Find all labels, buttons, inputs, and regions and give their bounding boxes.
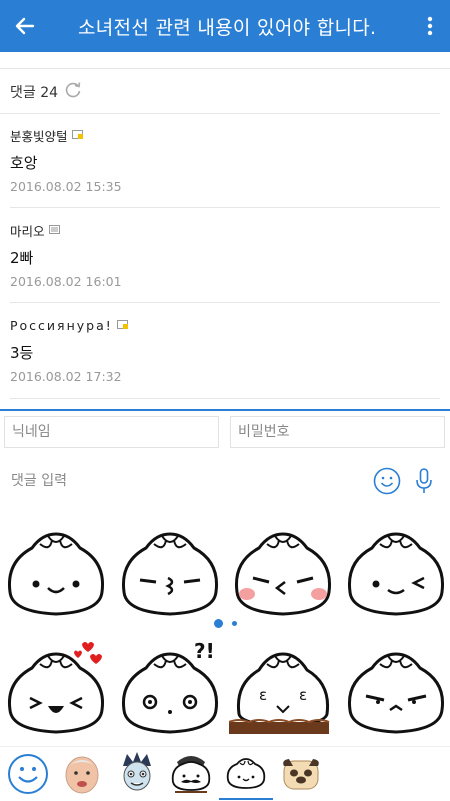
sticker-dumpling-wink[interactable] bbox=[342, 522, 450, 626]
back-arrow-icon bbox=[15, 17, 35, 35]
more-vert-icon bbox=[427, 16, 433, 36]
comment-author: Россиянура! bbox=[10, 317, 113, 333]
comment-time: 2016.08.02 15:35 bbox=[10, 179, 122, 194]
password-input[interactable] bbox=[230, 416, 445, 448]
dumpling-grumpy-icon bbox=[347, 652, 445, 734]
member-badge-icon bbox=[48, 225, 60, 234]
smiley-icon bbox=[373, 467, 401, 495]
comment-author: 분홍빛양털 bbox=[10, 128, 68, 144]
sticker-dumpling-grumpy[interactable] bbox=[342, 636, 450, 740]
comment-item: 분홍빛양털 호앙 2016.08.02 15:35 bbox=[10, 126, 440, 195]
member-badge-icon bbox=[116, 320, 128, 329]
svg-text:ε: ε bbox=[259, 686, 267, 704]
emoji-button[interactable] bbox=[370, 464, 404, 498]
sticker-dumpling-surprised[interactable]: ?! bbox=[116, 636, 224, 740]
dumpling-blush-kiss-icon bbox=[234, 532, 332, 616]
dumpling-smile-icon bbox=[7, 532, 105, 616]
comment-author: 마리오 bbox=[10, 223, 45, 239]
microphone-icon bbox=[416, 468, 432, 493]
comment-item: 마리오 2빠 2016.08.02 16:01 bbox=[10, 221, 440, 290]
dumpling-surprised-icon: ?! bbox=[121, 639, 219, 734]
comment-count-row: 댓글 24 bbox=[10, 76, 82, 108]
comment-text: 2빠 bbox=[10, 249, 34, 267]
sticker-dumpling-kiss[interactable] bbox=[116, 522, 224, 626]
page-title: 소녀전선 관련 내용이 있어야 합니다. bbox=[78, 16, 377, 39]
sticker-tab-bar bbox=[0, 746, 450, 801]
sticker-tab-dumpling[interactable] bbox=[219, 750, 273, 800]
comment-time: 2016.08.02 16:01 bbox=[10, 274, 122, 289]
refresh-button[interactable] bbox=[64, 81, 82, 103]
divider bbox=[0, 113, 440, 114]
divider bbox=[10, 207, 440, 208]
sticker-tab-vampire[interactable] bbox=[114, 750, 160, 798]
dumpling-hearts-laugh-icon bbox=[7, 642, 105, 734]
svg-text:ε: ε bbox=[299, 686, 307, 704]
article-end-strip bbox=[0, 52, 450, 69]
divider bbox=[10, 398, 440, 399]
sticker-dumpling-on-table[interactable]: ε ε bbox=[228, 636, 337, 740]
comment-input-row bbox=[0, 458, 450, 504]
dumpling-on-table-icon: ε ε bbox=[228, 652, 330, 734]
dumpling-kiss-icon bbox=[121, 532, 219, 616]
sticker-tab-face-photo[interactable] bbox=[59, 750, 105, 798]
comment-input[interactable] bbox=[0, 472, 370, 490]
comment-count: 댓글 24 bbox=[10, 85, 59, 101]
comment-text: 3등 bbox=[10, 344, 34, 362]
svg-text:?!: ?! bbox=[194, 639, 215, 663]
dumpling-wink-icon bbox=[347, 532, 445, 616]
pug-icon bbox=[283, 759, 319, 790]
page-dot-active bbox=[213, 619, 223, 628]
nickname-input[interactable] bbox=[4, 416, 219, 448]
comment-time: 2016.08.02 17:32 bbox=[10, 369, 122, 384]
app-bar: 소녀전선 관련 내용이 있어야 합니다. bbox=[0, 0, 450, 52]
mustache-dumpling-icon bbox=[171, 756, 211, 793]
vampire-icon bbox=[123, 752, 151, 791]
member-badge-icon bbox=[71, 130, 83, 139]
divider bbox=[10, 302, 440, 303]
voice-input-button[interactable] bbox=[404, 464, 444, 498]
dumpling-icon bbox=[226, 758, 266, 789]
sticker-page-indicator bbox=[0, 619, 450, 628]
sticker-dumpling-hearts-laugh[interactable] bbox=[2, 636, 110, 740]
face-photo-icon bbox=[65, 756, 99, 794]
more-options-button[interactable] bbox=[410, 0, 450, 52]
smiley-icon bbox=[8, 754, 48, 794]
sticker-dumpling-smile[interactable] bbox=[2, 522, 110, 626]
comment-item: Россиянура! 3등 2016.08.02 17:32 bbox=[10, 316, 440, 384]
page-dot bbox=[231, 621, 237, 626]
sticker-tab-emoji[interactable] bbox=[5, 750, 51, 798]
refresh-icon bbox=[65, 82, 81, 98]
sticker-tab-mustache-dumpling[interactable] bbox=[168, 750, 214, 798]
sticker-tab-pug[interactable] bbox=[278, 750, 324, 798]
sticker-dumpling-blush-kiss[interactable] bbox=[229, 522, 337, 626]
back-button[interactable] bbox=[0, 0, 50, 52]
input-section-divider bbox=[0, 409, 450, 411]
comment-text: 호앙 bbox=[10, 154, 38, 172]
